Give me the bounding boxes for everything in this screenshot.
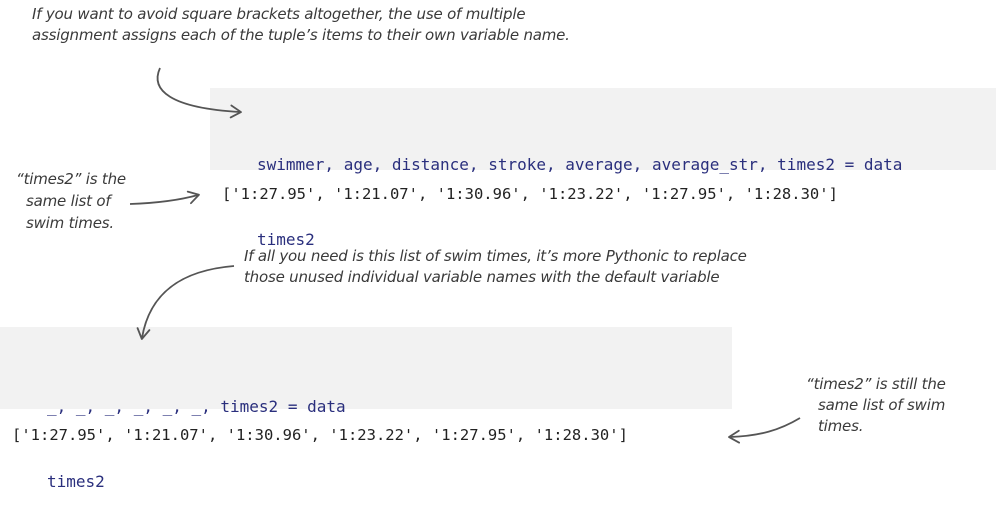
arrow-right-to-output bbox=[728, 417, 801, 444]
code-line-times2-2: times2 bbox=[47, 472, 105, 491]
arrow-middle-to-code bbox=[136, 265, 235, 340]
arrow-left-to-output bbox=[129, 190, 200, 205]
annotation-arrows bbox=[129, 67, 801, 444]
arrow-top-to-code bbox=[156, 67, 242, 119]
